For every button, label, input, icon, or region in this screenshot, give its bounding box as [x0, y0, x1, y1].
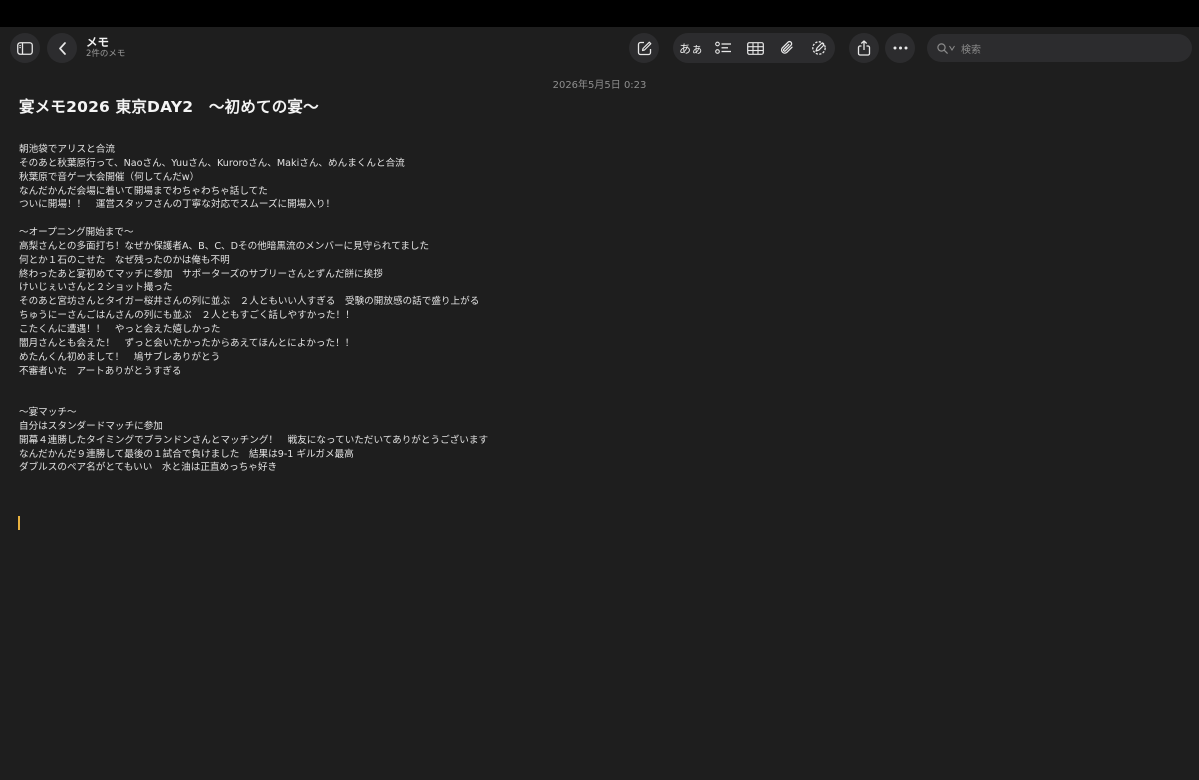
- note-line: 朝池袋でアリスと合流: [19, 144, 115, 155]
- note-line: 終わったあと宴初めてマッチに参加 サポーターズのサブリーさんとずんだ餅に挨拶: [19, 268, 383, 280]
- format-tools-group: あぁ: [673, 33, 835, 63]
- paperclip-icon: [780, 40, 794, 56]
- note-line: 何とか１石のこせた なぜ残ったのかは俺も不明: [19, 254, 230, 266]
- compose-icon: [637, 41, 652, 56]
- back-button[interactable]: [47, 33, 77, 63]
- note-line: 高梨さんとの多面打ち！なぜか保護者A、B、C、Dその他暗黒流のメンバーに見守られ…: [19, 240, 430, 252]
- share-button[interactable]: [849, 33, 879, 63]
- attachment-button[interactable]: [771, 33, 803, 63]
- note-line: めたんくん初めまして！ 鳩サブレありがとう: [19, 351, 221, 363]
- markup-icon: [811, 40, 827, 56]
- note-line: ダブルスのペア名がとてもいい 水と油は正直めっちゃ好き: [19, 462, 278, 474]
- note-body[interactable]: 朝池袋でアリスと合流そのあと秋葉原行って、Naoさん、Yuuさん、Kuroroさ…: [19, 143, 919, 475]
- window-title: メモ: [86, 35, 109, 49]
- note-line: なんだかんだ９連勝して最後の１試合で負けました 結果は9-1 ギルガメ最高: [19, 448, 354, 460]
- status-bar: [0, 0, 1199, 27]
- note-title[interactable]: 宴メモ2026 東京DAY2 〜初めての宴〜: [19, 95, 319, 117]
- mic-icon[interactable]: [949, 43, 955, 53]
- search-placeholder: 検索: [961, 44, 981, 56]
- note-line: ついに開場！！ 運営スタッフさんの丁寧な対応でスムーズに開場入り！: [19, 199, 336, 211]
- note-line: [19, 378, 919, 392]
- compose-button[interactable]: [629, 33, 659, 63]
- share-icon: [857, 40, 871, 56]
- note-line: 自分はスタンダードマッチに参加: [19, 420, 163, 432]
- note-line: けいじぇいさんと２ショット撮った: [19, 282, 173, 294]
- more-icon: [893, 46, 908, 50]
- table-button[interactable]: [739, 33, 771, 63]
- note-line: 秋葉原で音ゲー大会開催（何してんだw）: [19, 171, 200, 183]
- note-line: そのあと秋葉原行って、Naoさん、Yuuさん、Kuroroさん、Makiさん、め…: [19, 157, 405, 169]
- note-line: [19, 212, 919, 226]
- format-button[interactable]: あぁ: [675, 33, 707, 63]
- checklist-button[interactable]: [707, 33, 739, 63]
- checklist-icon: [714, 41, 732, 55]
- note-line: 不審者いた アートありがとうすぎる: [19, 365, 182, 377]
- note-timestamp: 2026年5月5日 0:23: [552, 80, 647, 91]
- note-line: 闇月さんとも会えた！ ずっと会いたかったからあえてほんとによかった！！: [19, 337, 355, 349]
- sidebar-toggle-button[interactable]: [10, 33, 40, 63]
- note-line: なんだかんだ会場に着いて開場までわちゃわちゃ話してた: [19, 185, 268, 197]
- note-line: そのあと宮坊さんとタイガー桜井さんの列に並ぶ ２人ともいい人すぎる 受験の開放感…: [19, 296, 480, 308]
- search-field[interactable]: 検索: [927, 34, 1192, 62]
- window-title-group: メモ 2件のメモ: [86, 35, 125, 60]
- sidebar-icon: [17, 41, 33, 55]
- note-count: 2件のメモ: [86, 49, 126, 59]
- note-line: [19, 392, 919, 406]
- note-line: 〜オープニング開始まで〜: [19, 227, 134, 239]
- markup-button[interactable]: [803, 33, 835, 63]
- table-icon: [746, 41, 764, 55]
- note-line: 〜宴マッチ〜: [19, 407, 77, 419]
- search-icon: [937, 42, 948, 54]
- more-button[interactable]: [885, 33, 915, 63]
- note-line: こたくんに遭遇！！ やっと会えた嬉しかった: [19, 323, 221, 335]
- back-chevron-icon: [58, 41, 67, 55]
- text-caret: [18, 516, 20, 530]
- note-line: 開幕４連勝したタイミングでブランドンさんとマッチング！ 戦友になっていただいてあ…: [19, 434, 489, 446]
- format-label: あぁ: [678, 41, 703, 56]
- toolbar: メモ 2件のメモ あぁ 検索: [0, 27, 1199, 69]
- note-line: ちゅうにーさんごはんさんの列にも並ぶ ２人ともすごく話しやすかった！！: [19, 310, 355, 322]
